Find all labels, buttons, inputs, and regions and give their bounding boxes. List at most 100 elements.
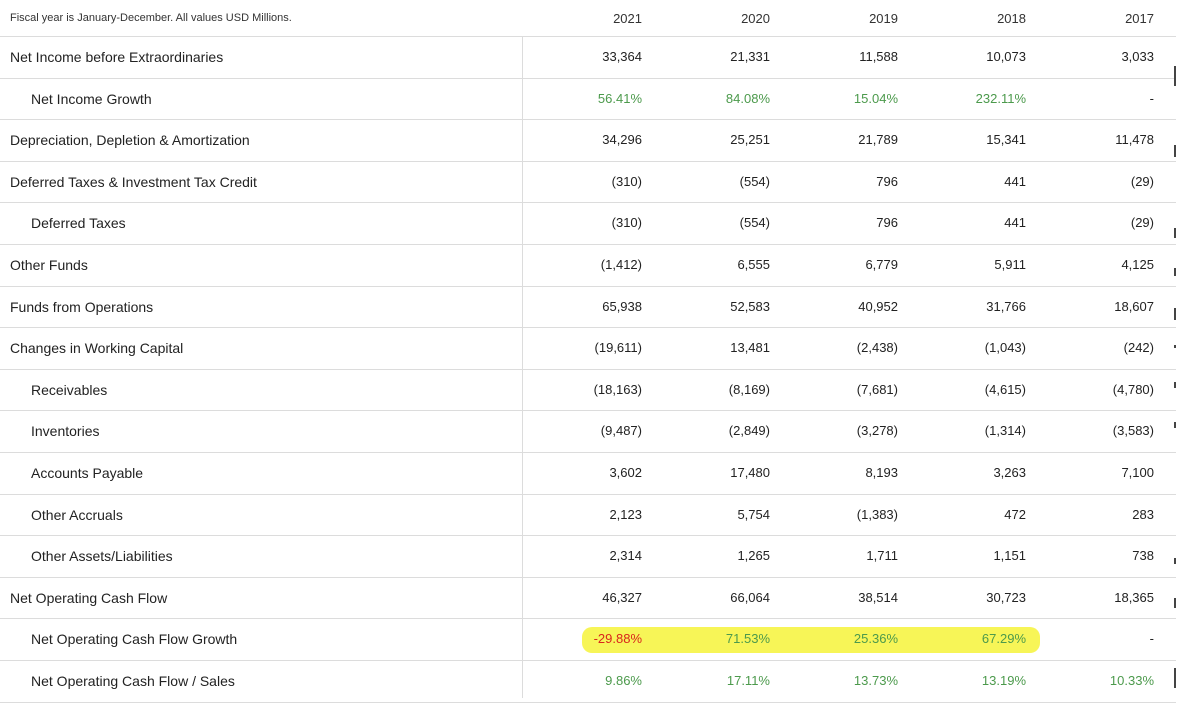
table-cell: 3,033 — [1121, 49, 1154, 64]
table-cell: 13,481 — [730, 340, 770, 356]
table-cell: 2,314 — [609, 548, 642, 564]
table-cell: 56.41% — [597, 90, 642, 106]
table-cell: (3,583) — [1112, 423, 1154, 439]
table-row: Net Operating Cash Flow / Sales 9.86% 17… — [0, 661, 1176, 703]
row-label: Deferred Taxes — [31, 215, 126, 232]
table-row: Net Income before Extraordinaries 33,364… — [0, 37, 1176, 79]
table-cell: 18,365 — [1114, 589, 1154, 605]
row-label: Net Income Growth — [31, 90, 152, 107]
sparkline-fragment — [1174, 228, 1176, 238]
table-row: Changes in Working Capital (19,611) 13,4… — [0, 328, 1176, 370]
column-divider — [522, 36, 523, 698]
table-cell: 25,251 — [730, 132, 770, 148]
table-cell: 38,514 — [858, 589, 898, 605]
table-cell: (3,278) — [856, 423, 898, 439]
year-header: 2021 — [613, 11, 642, 26]
table-cell: 46,327 — [602, 589, 642, 605]
table-cell: 3,602 — [609, 464, 642, 480]
row-label: Net Operating Cash Flow — [10, 589, 168, 606]
year-header: 2019 — [869, 11, 898, 26]
row-label: Net Operating Cash Flow / Sales — [31, 672, 235, 689]
table-cell: 6,779 — [865, 256, 898, 272]
table-row: Receivables (18,163) (8,169) (7,681) (4,… — [0, 370, 1176, 412]
table-row: Depreciation, Depletion & Amortization 3… — [0, 120, 1176, 162]
table-cell: 1,711 — [866, 548, 898, 564]
table-cell: 1,151 — [993, 548, 1026, 564]
table-cell: 21,789 — [858, 132, 898, 148]
table-row: Other Accruals 2,123 5,754 (1,383) 472 2… — [0, 495, 1176, 537]
sparkline-fragment — [1174, 558, 1176, 564]
year-header: 2018 — [997, 11, 1026, 26]
table-cell: 17,480 — [730, 464, 770, 480]
table-cell: (18,163) — [593, 381, 642, 397]
sparkline-fragment — [1174, 598, 1176, 608]
table-cell: 283 — [1132, 506, 1154, 522]
table-row: Funds from Operations 65,938 52,583 40,9… — [0, 287, 1176, 329]
fiscal-note: Fiscal year is January-December. All val… — [10, 12, 292, 24]
row-label: Changes in Working Capital — [10, 340, 184, 357]
table-cell: 441 — [1004, 173, 1026, 189]
table-cell: 5,911 — [994, 256, 1026, 272]
table-cell: 52,583 — [730, 298, 770, 314]
row-label: Deferred Taxes & Investment Tax Credit — [10, 173, 257, 190]
row-label: Accounts Payable — [31, 464, 144, 481]
table-row: Deferred Taxes (310) (554) 796 441 (29) — [0, 203, 1176, 245]
table-cell: 441 — [1004, 215, 1026, 231]
table-cell: 15,341 — [986, 132, 1026, 148]
row-label: Receivables — [31, 381, 108, 398]
table-cell: (310) — [611, 215, 642, 231]
table-cell: 11,478 — [1115, 132, 1154, 148]
table-cell: (2,438) — [856, 340, 898, 356]
sparkline-fragment — [1174, 422, 1176, 428]
table-cell: 10,073 — [986, 49, 1026, 64]
table-cell: 738 — [1132, 548, 1154, 564]
cash-flow-table: Fiscal year is January-December. All val… — [0, 0, 1176, 703]
table-cell: 10.33% — [1109, 672, 1154, 688]
table-header: Fiscal year is January-December. All val… — [0, 0, 1176, 37]
table-cell: 11,588 — [859, 49, 898, 64]
table-cell: 472 — [1004, 506, 1026, 522]
table-cell: 5,754 — [737, 506, 770, 522]
table-cell: 796 — [876, 215, 898, 231]
table-row: Net Income Growth 56.41% 84.08% 15.04% 2… — [0, 79, 1176, 121]
table-cell: (4,780) — [1112, 381, 1154, 397]
table-row: Deferred Taxes & Investment Tax Credit (… — [0, 162, 1176, 204]
table-cell: (4,615) — [984, 381, 1026, 397]
year-header: 2017 — [1125, 11, 1154, 26]
row-label: Net Income before Extraordinaries — [10, 49, 224, 65]
sparkline-fragment — [1174, 345, 1176, 348]
table-cell: (9,487) — [600, 423, 642, 439]
table-cell: 84.08% — [725, 90, 770, 106]
table-cell: 9.86% — [605, 672, 642, 688]
row-label: Net Operating Cash Flow Growth — [31, 631, 238, 648]
table-cell: 33,364 — [602, 49, 642, 64]
table-cell: (29) — [1130, 215, 1154, 231]
row-label: Other Accruals — [31, 506, 123, 523]
table-cell: 15.04% — [853, 90, 898, 106]
table-cell: (2,849) — [728, 423, 770, 439]
row-label: Funds from Operations — [10, 298, 154, 315]
table-cell: (242) — [1123, 340, 1154, 356]
table-cell: 3,263 — [993, 464, 1026, 480]
sparkline-fragment — [1174, 308, 1176, 320]
table-cell: 67.29% — [981, 631, 1026, 647]
table-cell: 25.36% — [853, 631, 898, 647]
year-header: 2020 — [741, 11, 770, 26]
table-cell: (1,412) — [600, 256, 642, 272]
table-cell: 6,555 — [737, 256, 770, 272]
table-cell: 7,100 — [1121, 464, 1154, 480]
table-cell: - — [1149, 631, 1154, 647]
table-cell: -29.88% — [593, 631, 642, 647]
table-cell: 34,296 — [602, 132, 642, 148]
table-cell: 13.73% — [853, 672, 898, 688]
table-cell: 796 — [876, 173, 898, 189]
table-cell: 65,938 — [602, 298, 642, 314]
sparkline-fragment — [1174, 668, 1176, 688]
table-cell: 40,952 — [858, 298, 898, 314]
sparkline-fragment — [1174, 145, 1176, 157]
table-cell: (1,314) — [984, 423, 1026, 439]
table-row: Net Operating Cash Flow Growth -29.88% 7… — [0, 619, 1176, 661]
table-cell: (8,169) — [728, 381, 770, 397]
table-cell: 71.53% — [725, 631, 770, 647]
table-row: Other Funds (1,412) 6,555 6,779 5,911 4,… — [0, 245, 1176, 287]
